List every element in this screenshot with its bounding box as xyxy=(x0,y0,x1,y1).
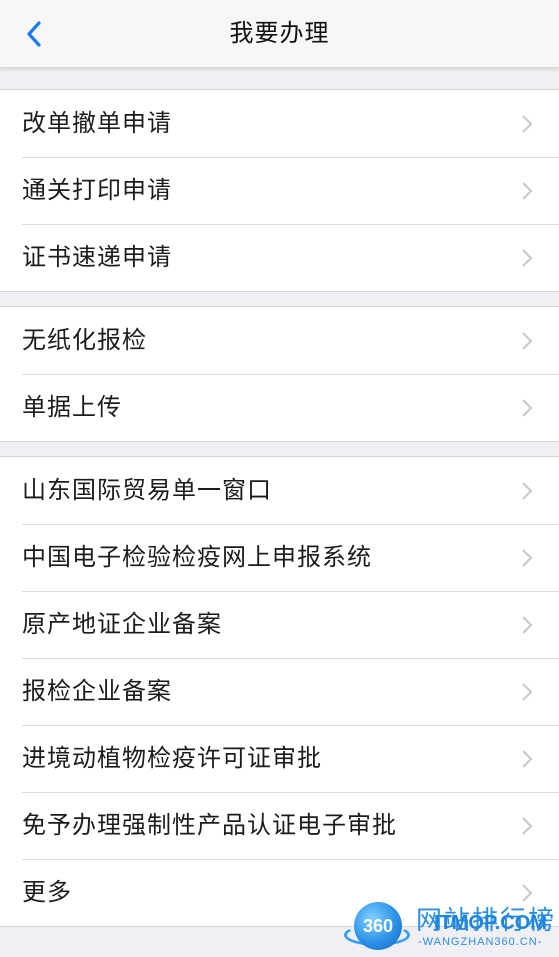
chevron-right-icon xyxy=(522,750,533,768)
watermark-360-badge: 360 xyxy=(354,902,402,950)
menu-item-china-e-inspection-system[interactable]: 中国电子检验检疫网上申报系统 xyxy=(0,524,559,591)
menu-item-origin-certificate-filing[interactable]: 原产地证企业备案 xyxy=(0,591,559,658)
menu-item-modify-cancel-request[interactable]: 改单撤单申请 xyxy=(0,90,559,157)
menu-item-label: 中国电子检验检疫网上申报系统 xyxy=(22,543,372,571)
menu-item-document-upload[interactable]: 单据上传 xyxy=(0,374,559,441)
chevron-right-icon xyxy=(522,482,533,500)
menu-item-label: 证书速递申请 xyxy=(22,243,172,271)
watermark-subtitle: -WANGZHAN360.CN- xyxy=(418,936,543,948)
menu-item-label: 无纸化报检 xyxy=(22,326,147,354)
menu-item-label: 原产地证企业备案 xyxy=(22,610,222,638)
menu-group-inspection: 无纸化报检 单据上传 xyxy=(0,306,559,442)
chevron-right-icon xyxy=(522,115,533,133)
menu-item-label: 改单撤单申请 xyxy=(22,109,172,137)
menu-item-label: 更多 xyxy=(22,878,72,906)
chevron-right-icon xyxy=(522,549,533,567)
menu-group-external-systems: 山东国际贸易单一窗口 中国电子检验检疫网上申报系统 原产地证企业备案 报检企业备… xyxy=(0,456,559,927)
page-title: 我要办理 xyxy=(229,19,330,47)
chevron-right-icon xyxy=(522,249,533,267)
watermark-overlay-text: ITMOP.COM xyxy=(434,912,547,934)
menu-item-certificate-express-request[interactable]: 证书速递申请 xyxy=(0,224,559,291)
chevron-right-icon xyxy=(522,182,533,200)
nav-bar: 我要办理 xyxy=(0,0,559,68)
chevron-right-icon xyxy=(522,683,533,701)
menu-item-quarantine-permit-approval[interactable]: 进境动植物检疫许可证审批 xyxy=(0,725,559,792)
menu-item-label: 报检企业备案 xyxy=(22,677,172,705)
menu-item-customs-print-request[interactable]: 通关打印申请 xyxy=(0,157,559,224)
menu-item-label: 免予办理强制性产品认证电子审批 xyxy=(22,811,397,839)
menu-item-label: 通关打印申请 xyxy=(22,176,172,204)
chevron-right-icon xyxy=(522,399,533,417)
chevron-right-icon xyxy=(522,616,533,634)
chevron-right-icon xyxy=(522,332,533,350)
chevron-right-icon xyxy=(522,817,533,835)
menu-item-shandong-single-window[interactable]: 山东国际贸易单一窗口 xyxy=(0,457,559,524)
menu-item-ccc-exemption-approval[interactable]: 免予办理强制性产品认证电子审批 xyxy=(0,792,559,859)
menu-item-label: 山东国际贸易单一窗口 xyxy=(22,476,272,504)
menu-item-inspection-enterprise-filing[interactable]: 报检企业备案 xyxy=(0,658,559,725)
menu-group-service-requests: 改单撤单申请 通关打印申请 证书速递申请 xyxy=(0,89,559,292)
watermark-logo: 360 网站排行榜 ITMOP.COM -WANGZHAN360.CN- xyxy=(344,898,556,954)
menu-item-label: 单据上传 xyxy=(22,393,122,421)
menu-item-paperless-inspection[interactable]: 无纸化报检 xyxy=(0,307,559,374)
menu-item-label: 进境动植物检疫许可证审批 xyxy=(22,744,322,772)
